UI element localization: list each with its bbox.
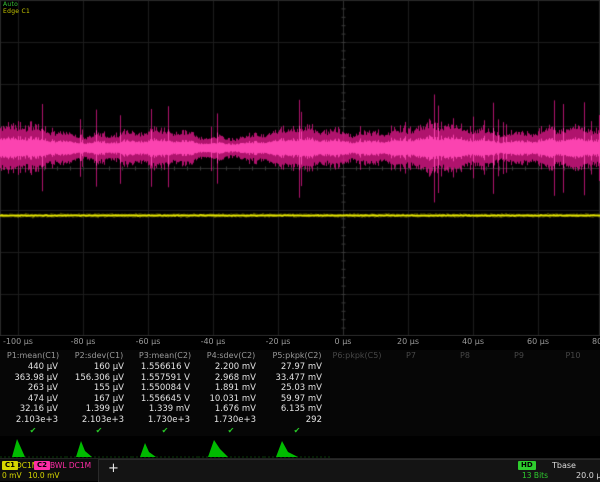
- measure-value: 1.730e+3: [198, 415, 264, 426]
- histicons-row: [0, 436, 600, 458]
- status-bar: C1 DC1M C2 BWL DC1M 0 mV 10.0 mV + HD Tb…: [0, 458, 600, 481]
- measure-value: 440 µV: [0, 362, 66, 373]
- time-axis-label: 60 µs: [527, 337, 549, 346]
- time-axis: -100 µs -80 µs -60 µs -40 µs -20 µs 0 µs 20 µs…: [0, 336, 600, 350]
- histicon-p2[interactable]: [66, 436, 132, 458]
- measure-value: 1.891 mV: [198, 383, 264, 394]
- time-axis-label: -80 µs: [71, 337, 96, 346]
- waveform-display[interactable]: Auto Edge C1: [0, 0, 600, 336]
- measure-value: 59.97 mV: [264, 394, 330, 405]
- time-axis-label: 80 µs: [592, 337, 600, 346]
- measure-value: 27.97 mV: [264, 362, 330, 373]
- measure-status-check: ✔: [264, 425, 330, 436]
- measure-header[interactable]: P4:sdev(C2): [198, 350, 264, 362]
- measure-row: 2.103e+32.103e+31.730e+31.730e+3292: [0, 415, 600, 426]
- measure-row: 474 µV167 µV1.556645 V10.031 mV59.97 mV: [0, 394, 600, 405]
- measure-value: 474 µV: [0, 394, 66, 405]
- measure-value: 1.556616 V: [132, 362, 198, 373]
- measure-header[interactable]: P9: [492, 350, 546, 362]
- histicon-p1[interactable]: [0, 436, 66, 458]
- measure-value: 1.676 mV: [198, 404, 264, 415]
- time-axis-label: 40 µs: [462, 337, 484, 346]
- measure-header[interactable]: P2:sdev(C1): [66, 350, 132, 362]
- measure-value: 33.477 mV: [264, 373, 330, 384]
- measure-value: 1.730e+3: [132, 415, 198, 426]
- time-axis-label: -20 µs: [266, 337, 291, 346]
- tbase-tdiv: 20.0 µs/div: [576, 471, 600, 480]
- tbase-bits: 13 Bits: [522, 471, 548, 480]
- histicon-p5[interactable]: [264, 436, 330, 458]
- measure-value: 1.557591 V: [132, 373, 198, 384]
- measure-header[interactable]: P10: [546, 350, 600, 362]
- measure-row: 440 µV160 µV1.556616 V2.200 mV27.97 mV: [0, 362, 600, 373]
- measure-status-check: ✔: [198, 425, 264, 436]
- time-axis-label: -100 µs: [3, 337, 33, 346]
- status-label-1: Auto: [3, 1, 30, 8]
- measure-status-check: ✔: [0, 425, 66, 436]
- c1-vdiv: 10.0 mV: [28, 471, 60, 480]
- time-axis-label: 20 µs: [397, 337, 419, 346]
- measure-status-check: ✔: [132, 425, 198, 436]
- status-label-2: Edge C1: [3, 8, 30, 15]
- measure-value: 1.339 mV: [132, 404, 198, 415]
- measure-value: 160 µV: [66, 362, 132, 373]
- measure-value: 2.968 mV: [198, 373, 264, 384]
- c2-chip[interactable]: C2: [34, 461, 50, 470]
- oscilloscope-screen: Auto Edge C1 -100 µs -80 µs -60 µs -40 µs -2…: [0, 0, 600, 480]
- measure-value: 155 µV: [66, 383, 132, 394]
- measure-row: 363.98 µV156.306 µV1.557591 V2.968 mV33.…: [0, 373, 600, 384]
- measure-row: 263 µV155 µV1.550084 V1.891 mV25.03 mV: [0, 383, 600, 394]
- measure-value: 2.103e+3: [0, 415, 66, 426]
- measure-value: 32.16 µV: [0, 404, 66, 415]
- measure-row: 32.16 µV1.399 µV1.339 mV1.676 mV6.135 mV: [0, 404, 600, 415]
- c1-offset: 0 mV: [2, 471, 22, 480]
- measure-header[interactable]: P1:mean(C1): [0, 350, 66, 362]
- measurement-table: P1:mean(C1)P2:sdev(C1)P3:mean(C2)P4:sdev…: [0, 350, 600, 436]
- measure-value: 156.306 µV: [66, 373, 132, 384]
- measure-value: 1.399 µV: [66, 404, 132, 415]
- measure-value: 2.200 mV: [198, 362, 264, 373]
- tbase-label[interactable]: Tbase: [552, 461, 576, 470]
- measure-header[interactable]: P8: [438, 350, 492, 362]
- measure-value: 292: [264, 415, 330, 426]
- hd-badge: HD: [518, 461, 536, 470]
- measure-value: 2.103e+3: [66, 415, 132, 426]
- status-labels: Auto Edge C1: [3, 1, 30, 15]
- time-axis-label: 0 µs: [335, 337, 352, 346]
- measure-header[interactable]: P7: [384, 350, 438, 362]
- measure-status-check: ✔: [66, 425, 132, 436]
- histicon-p3[interactable]: [132, 436, 198, 458]
- time-axis-label: -60 µs: [136, 337, 161, 346]
- measure-value: 25.03 mV: [264, 383, 330, 394]
- measure-header[interactable]: P5:pkpk(C2): [264, 350, 330, 362]
- scope-grid-canvas[interactable]: [0, 0, 600, 336]
- crosshair-button[interactable]: +: [108, 461, 119, 477]
- measure-value: 1.550084 V: [132, 383, 198, 394]
- measure-value: 10.031 mV: [198, 394, 264, 405]
- measure-value: 263 µV: [0, 383, 66, 394]
- measure-header[interactable]: P6:pkpk(C5): [330, 350, 384, 362]
- histicon-p4[interactable]: [198, 436, 264, 458]
- measure-value: 363.98 µV: [0, 373, 66, 384]
- measure-value: 6.135 mV: [264, 404, 330, 415]
- measure-value: 167 µV: [66, 394, 132, 405]
- measure-header[interactable]: P3:mean(C2): [132, 350, 198, 362]
- time-axis-label: -40 µs: [201, 337, 226, 346]
- c2-coupling: BWL DC1M: [50, 461, 91, 470]
- measure-value: 1.556645 V: [132, 394, 198, 405]
